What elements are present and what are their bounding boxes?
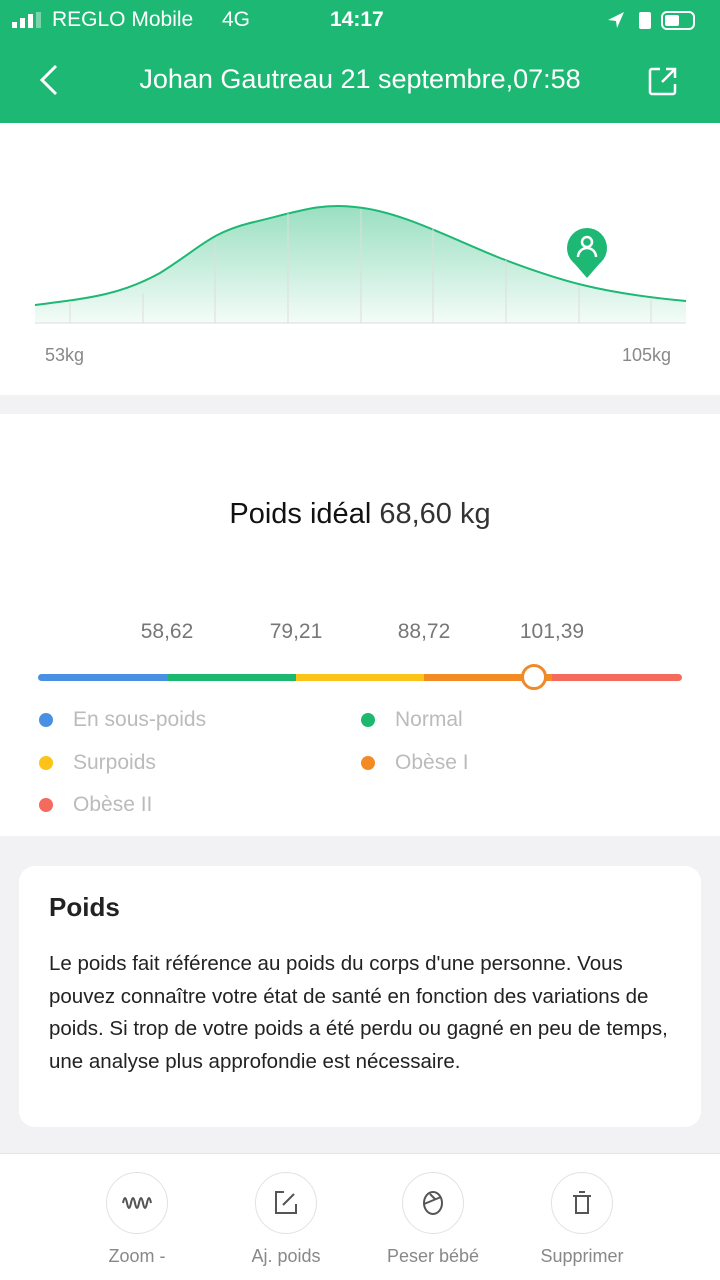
threshold-label: 58,62 xyxy=(140,620,194,643)
user-pin-icon xyxy=(567,228,607,278)
threshold-label: 101,39 xyxy=(519,620,585,643)
distribution-curve xyxy=(34,204,687,324)
delete-button[interactable]: Supprimer xyxy=(517,1172,647,1267)
add-weight-button[interactable]: Aj. poids xyxy=(221,1172,351,1267)
bmi-scale-card: Poids idéal 68,60 kg 58,62 79,21 88,72 1… xyxy=(0,414,720,836)
info-text: Le poids fait référence au poids du corp… xyxy=(49,952,668,1073)
weigh-baby-button[interactable]: Peser bébé xyxy=(368,1172,498,1267)
threshold-label: 88,72 xyxy=(397,620,451,643)
clock: 14:17 xyxy=(330,8,384,31)
signal-icon xyxy=(12,12,41,28)
wave-icon xyxy=(122,1197,152,1209)
info-card: Poids Le poids fait référence au poids d… xyxy=(19,866,701,1127)
trash-icon xyxy=(573,1191,591,1214)
segment-normal xyxy=(168,674,296,681)
scale-marker xyxy=(520,664,547,690)
segment-underweight xyxy=(38,674,170,681)
legend-overweight: Surpoids xyxy=(39,751,156,775)
carrier: REGLO Mobile xyxy=(52,8,194,31)
page-title: Johan Gautreau 21 septembre,07:58 xyxy=(139,64,581,94)
zoom-out-button[interactable]: Zoom - xyxy=(72,1172,202,1267)
bottom-toolbar: Zoom - Aj. poids Peser bébé Supprimer xyxy=(0,1153,720,1280)
legend-underweight: En sous-poids xyxy=(39,708,206,732)
status-icons xyxy=(608,11,695,30)
legend-normal: Normal xyxy=(361,708,463,732)
weight-distribution: 53kg 105kg xyxy=(0,123,720,395)
threshold-label: 79,21 xyxy=(269,620,323,643)
header: REGLO Mobile 4G 14:17 Johan Gautreau 21 … xyxy=(0,0,720,123)
edit-icon xyxy=(275,1191,297,1214)
info-title: Poids xyxy=(49,892,120,922)
segment-overweight xyxy=(296,674,424,681)
share-button[interactable] xyxy=(648,66,678,96)
legend-obese-2: Obèse II xyxy=(39,793,152,817)
max-weight-label: 105kg xyxy=(622,345,672,365)
network: 4G xyxy=(222,8,251,31)
segment-obese-2 xyxy=(552,674,682,681)
baby-icon xyxy=(423,1191,443,1215)
legend-obese-1: Obèse I xyxy=(361,751,469,775)
min-weight-label: 53kg xyxy=(45,345,85,365)
ideal-weight: Poids idéal 68,60 kg xyxy=(229,498,491,530)
